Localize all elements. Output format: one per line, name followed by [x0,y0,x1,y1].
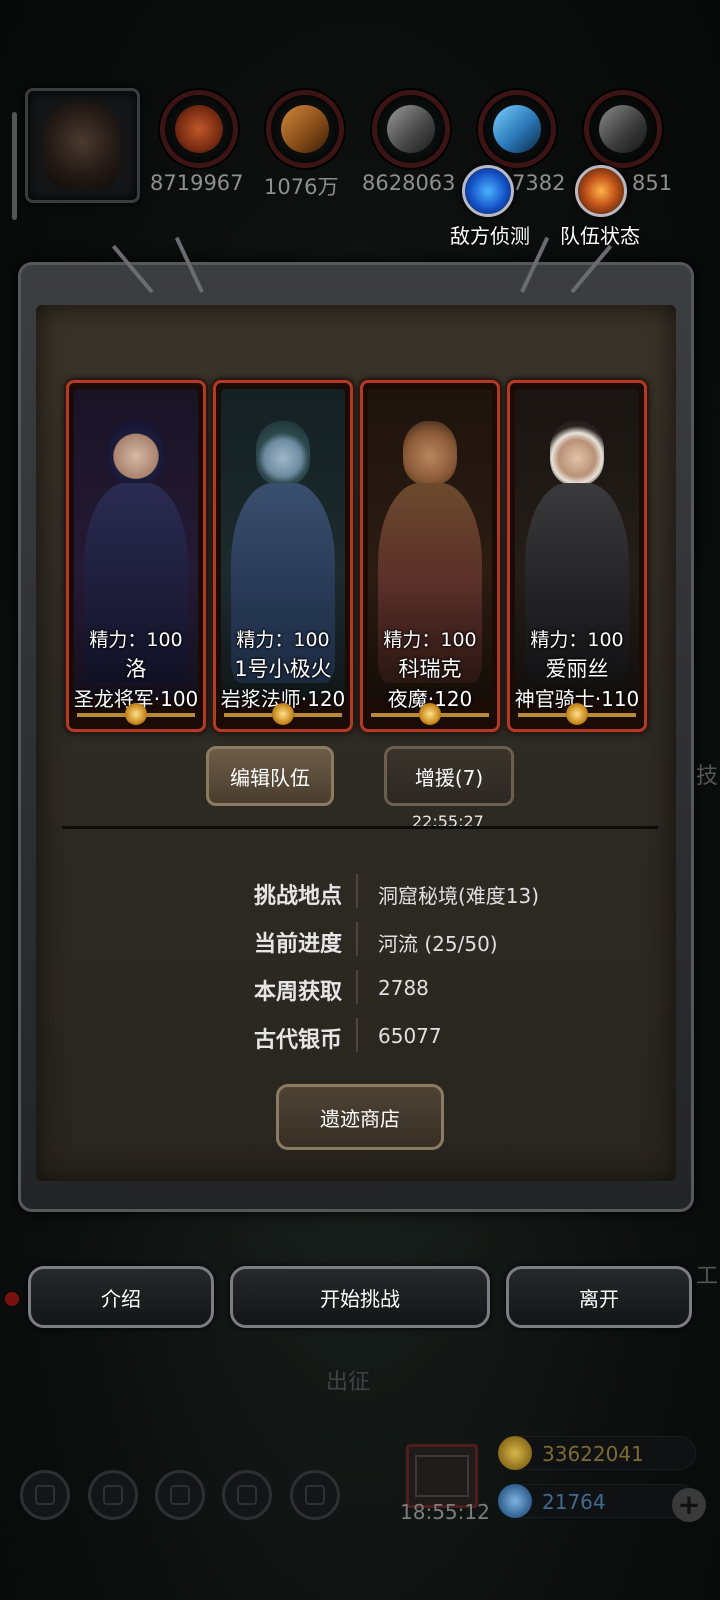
dock-icon-glyph [103,1485,123,1505]
hero-name: 科瑞克 [398,657,462,681]
iron-icon[interactable] [372,90,450,168]
team-status-label: 队伍状态 [560,224,640,248]
info-key: 挑战地点 [253,884,342,909]
crystal-icon[interactable] [478,90,556,168]
add-currency-button[interactable]: + [672,1488,706,1522]
background-edge-text: 技 [696,764,719,789]
rank-emblem-icon [272,703,294,725]
background-edge-text: 工 [696,1264,719,1289]
info-key: 当前进度 [253,932,342,957]
info-separator [356,1018,358,1052]
hero-figure-head [403,421,457,485]
stone-icon[interactable] [584,90,662,168]
gem-value: 21764 [542,1490,606,1514]
team-status-button[interactable] [575,165,627,217]
wood-value: 1076万 [264,175,339,199]
dock-icon-glyph [305,1485,325,1505]
rank-emblem-icon [419,703,441,725]
avatar-portrait [44,103,120,189]
info-value: 65077 [378,1024,442,1048]
enemy-scout-label: 敌方侦测 [450,224,530,248]
settings-icon[interactable] [20,1470,70,1520]
hero-stamina: 精力：100 [383,629,477,651]
gem-icon [498,1484,532,1518]
hero-stamina: 精力：100 [236,629,330,651]
rank-emblem-icon [566,703,588,725]
info-row-location: 挑战地点 洞窟秘境(难度13) [0,872,720,912]
reinforce-button[interactable]: 增援(7) [384,746,514,806]
intro-button[interactable]: 介绍 [28,1266,214,1328]
hero-card[interactable]: 精力：100 1号小极火 岩浆法师·120 [213,380,353,732]
rank-emblem-icon [125,703,147,725]
hero-name: 洛 [125,657,147,681]
crystal-value: 7382 [512,171,566,195]
info-value: 2788 [378,976,429,1000]
hero-stamina: 精力：100 [89,629,183,651]
shield-icon[interactable] [88,1470,138,1520]
info-separator [356,970,358,1004]
gift-box-icon[interactable] [406,1444,478,1508]
info-separator [356,874,358,908]
hero-name: 爱丽丝 [545,657,609,681]
gift-box-lid [415,1455,469,1497]
edit-team-button[interactable]: 编辑队伍 [206,746,334,806]
notification-dot [5,1292,19,1306]
player-avatar[interactable] [25,88,140,203]
gold-coin-icon [498,1436,532,1470]
map-icon[interactable] [290,1470,340,1520]
dock-icon-glyph [35,1485,55,1505]
relic-shop-button[interactable]: 遗迹商店 [276,1084,444,1150]
hero-figure-head [256,421,310,485]
meat-value: 8719967 [150,171,244,195]
leave-button[interactable]: 离开 [506,1266,692,1328]
panel-divider [62,826,658,829]
enemy-scout-button[interactable] [462,165,514,217]
mail-icon[interactable] [222,1470,272,1520]
dock-icon-glyph [237,1485,257,1505]
start-challenge-button[interactable]: 开始挑战 [230,1266,490,1328]
hero-card[interactable]: 精力：100 科瑞克 夜魔·120 [360,380,500,732]
hero-stamina: 精力：100 [530,629,624,651]
hero-figure-head [109,421,163,485]
info-separator [356,922,358,956]
wood-icon[interactable] [266,90,344,168]
hero-card[interactable]: 精力：100 爱丽丝 神官骑士·110 [507,380,647,732]
info-row-weekly: 本周获取 2788 [0,968,720,1008]
scroll-indicator [12,112,17,220]
hero-name: 1号小极火 [234,657,332,681]
hero-card[interactable]: 精力：100 洛 圣龙将军·100 [66,380,206,732]
stone-value: 851 [632,171,673,195]
building-icon[interactable] [155,1470,205,1520]
hero-figure-head [550,421,604,485]
gift-timer: 18:55:12 [400,1500,490,1524]
dock-icon-glyph [170,1485,190,1505]
iron-value: 8628063 [362,171,456,195]
info-key: 本周获取 [253,980,342,1005]
meat-icon[interactable] [160,90,238,168]
info-row-progress: 当前进度 河流 (25/50) [0,920,720,960]
gold-value: 33622041 [542,1442,644,1466]
expedition-label: 出征 [326,1370,371,1395]
info-row-coins: 古代银币 65077 [0,1016,720,1056]
info-value: 洞窟秘境(难度13) [378,884,540,908]
info-value: 河流 (25/50) [378,932,498,956]
info-key: 古代银币 [253,1028,342,1053]
